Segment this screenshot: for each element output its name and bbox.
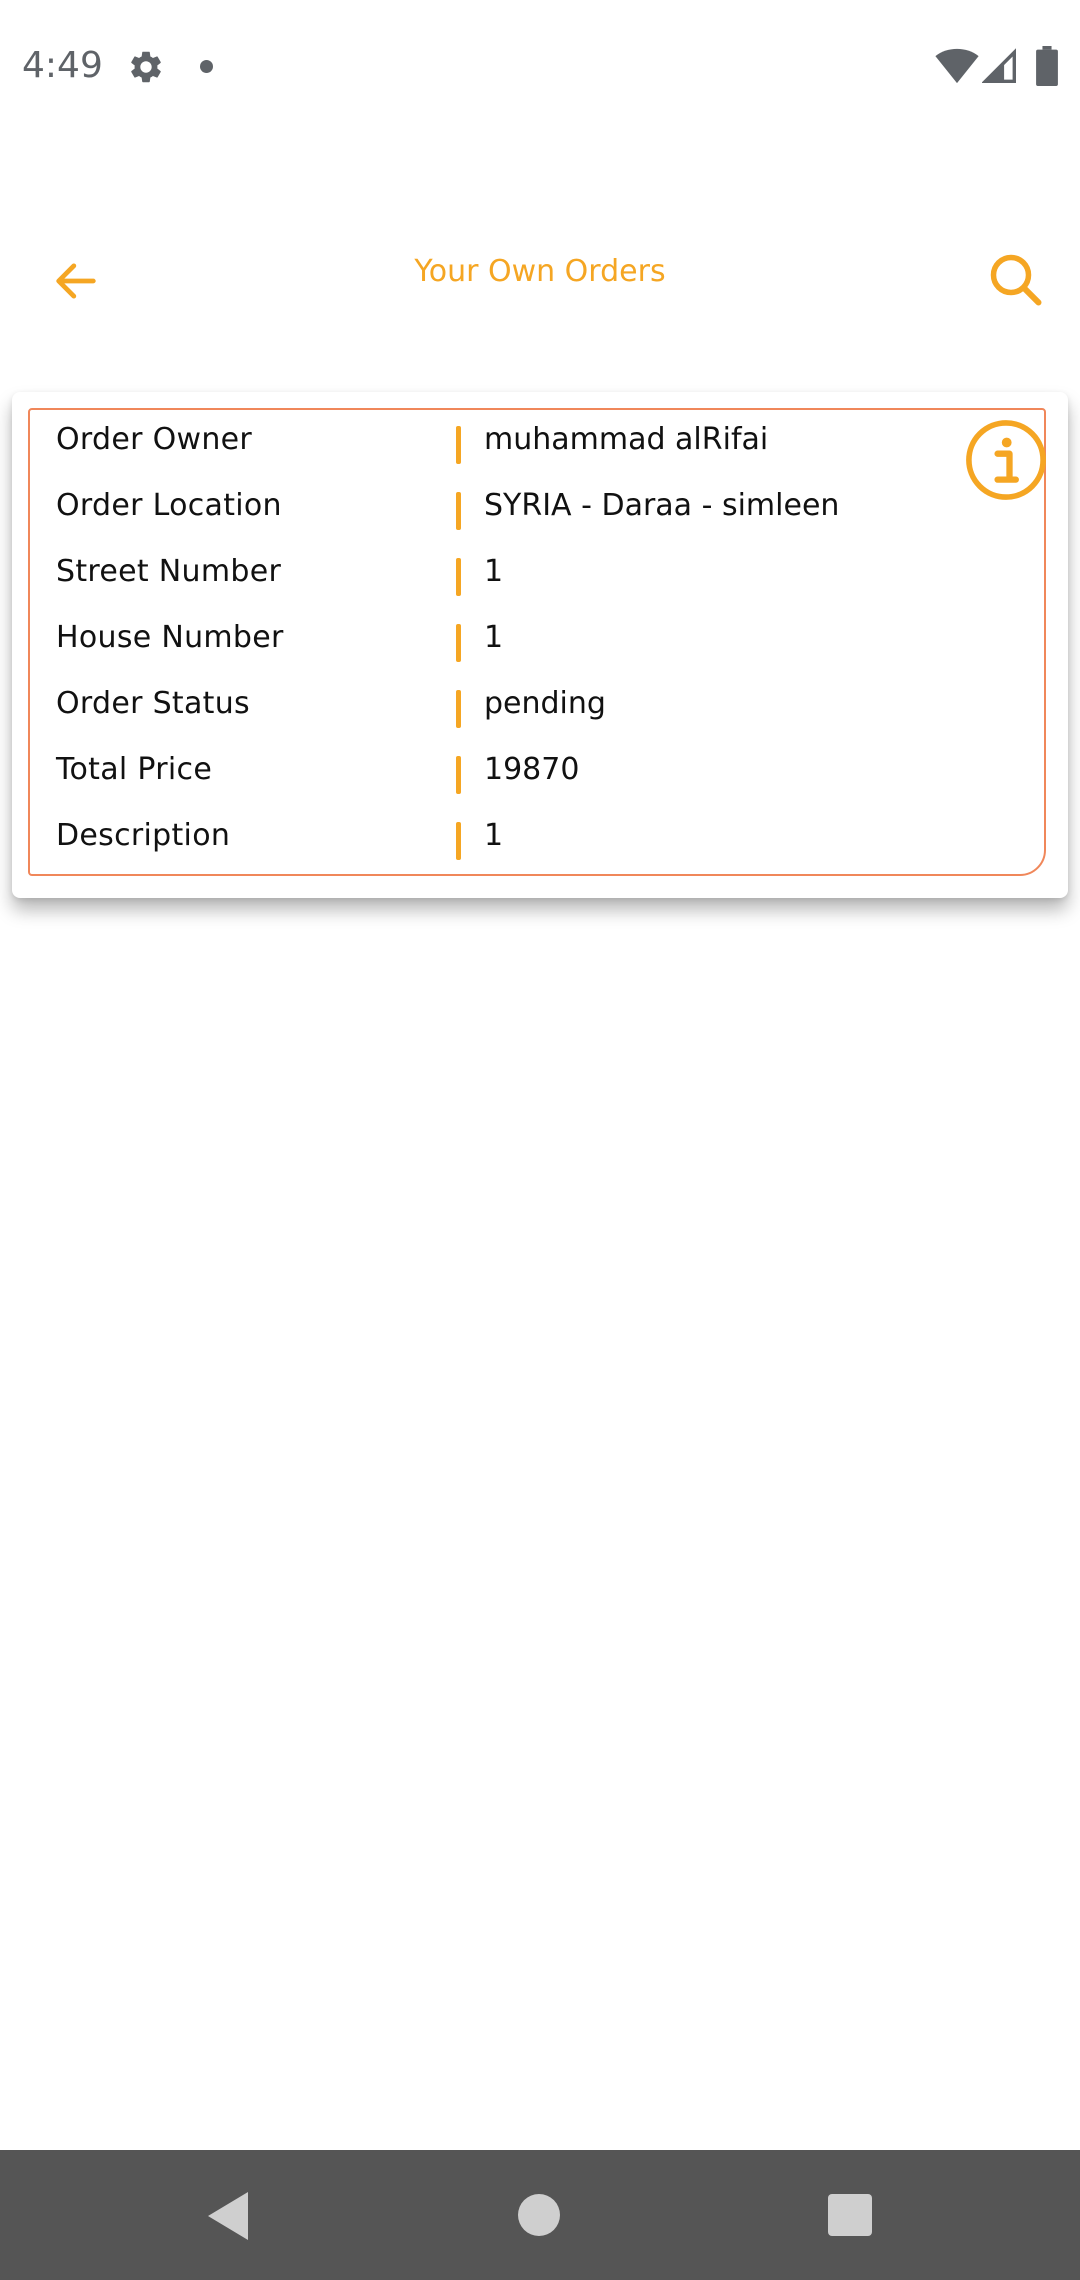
divider-bar [456, 690, 461, 728]
page-title: Your Own Orders [414, 254, 666, 289]
street-number-label: Street Number [56, 554, 282, 589]
divider-bar [456, 492, 461, 530]
nav-back-icon[interactable] [204, 2190, 252, 2242]
order-status-label: Order Status [56, 686, 250, 721]
status-time: 4:49 [22, 45, 103, 86]
street-number-value: 1 [484, 554, 504, 589]
order-owner-value: muhammad alRifai [484, 422, 769, 457]
back-button[interactable] [40, 245, 112, 317]
order-owner-label: Order Owner [56, 422, 253, 457]
battery-icon [1036, 46, 1058, 86]
total-price-label: Total Price [56, 752, 213, 787]
app-bar: Your Own Orders [0, 210, 1080, 340]
status-bar: 4:49 [0, 0, 1080, 134]
divider-bar [456, 822, 461, 860]
order-owner-row: Order Owner muhammad alRifai [56, 410, 1016, 476]
house-number-label: House Number [56, 620, 284, 655]
signal-icon [982, 48, 1016, 83]
system-nav-bar [0, 2150, 1080, 2280]
house-number-row: House Number 1 [56, 608, 1016, 674]
total-price-value: 19870 [484, 752, 580, 787]
order-card[interactable]: Order Owner muhammad alRifai Order Locat… [12, 392, 1068, 898]
order-location-label: Order Location [56, 488, 282, 523]
order-location-value: SYRIA - Daraa - simleen [484, 488, 840, 523]
house-number-value: 1 [484, 620, 504, 655]
divider-bar [456, 558, 461, 596]
total-price-row: Total Price 19870 [56, 740, 1016, 806]
search-button[interactable] [976, 240, 1056, 320]
gear-icon [131, 51, 161, 83]
search-icon [990, 254, 1042, 306]
description-label: Description [56, 818, 231, 853]
order-status-value: pending [484, 686, 606, 721]
order-location-row: Order Location SYRIA - Daraa - simleen [56, 476, 1016, 542]
description-row: Description 1 [56, 806, 1016, 872]
street-number-row: Street Number 1 [56, 542, 1016, 608]
order-status-row: Order Status pending [56, 674, 1016, 740]
notification-dot-icon [200, 60, 213, 73]
divider-bar [456, 756, 461, 794]
arrow-left-icon [56, 263, 96, 299]
divider-bar [456, 426, 461, 464]
nav-recents-icon[interactable] [828, 2194, 872, 2236]
description-value: 1 [484, 818, 504, 853]
wifi-icon [935, 48, 979, 84]
divider-bar [456, 624, 461, 662]
nav-home-icon[interactable] [518, 2194, 560, 2236]
order-details-panel: Order Owner muhammad alRifai Order Locat… [28, 408, 1046, 876]
